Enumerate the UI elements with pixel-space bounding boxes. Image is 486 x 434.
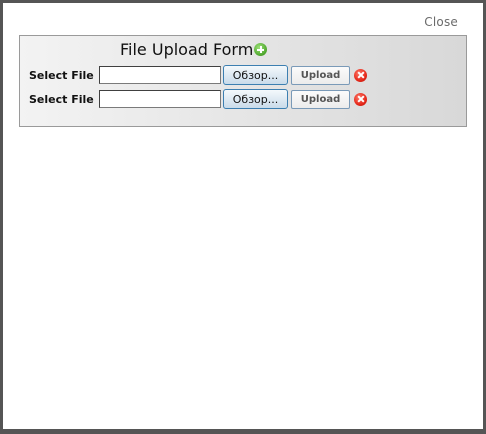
browse-button[interactable]: Обзор... [223, 65, 288, 85]
add-file-row-icon[interactable] [254, 43, 268, 56]
form-title-container: File Upload Form [120, 40, 268, 59]
upload-button[interactable]: Upload [291, 89, 350, 109]
file-row-1: Select File Обзор... Upload [29, 65, 367, 85]
file-row-2: Select File Обзор... Upload [29, 89, 367, 109]
form-title: File Upload Form [120, 40, 254, 59]
upload-dialog: Close File Upload Form Select File Обзор… [0, 0, 486, 434]
select-file-label: Select File [29, 92, 94, 106]
remove-row-icon[interactable] [354, 92, 367, 106]
browse-button[interactable]: Обзор... [223, 89, 288, 109]
file-upload-form: File Upload Form Select File Обзор... Up… [19, 35, 467, 127]
file-path-input[interactable] [99, 66, 221, 84]
close-link[interactable]: Close [424, 15, 458, 29]
upload-button[interactable]: Upload [291, 65, 350, 85]
select-file-label: Select File [29, 68, 94, 82]
remove-row-icon[interactable] [354, 68, 367, 82]
file-path-input[interactable] [99, 90, 221, 108]
